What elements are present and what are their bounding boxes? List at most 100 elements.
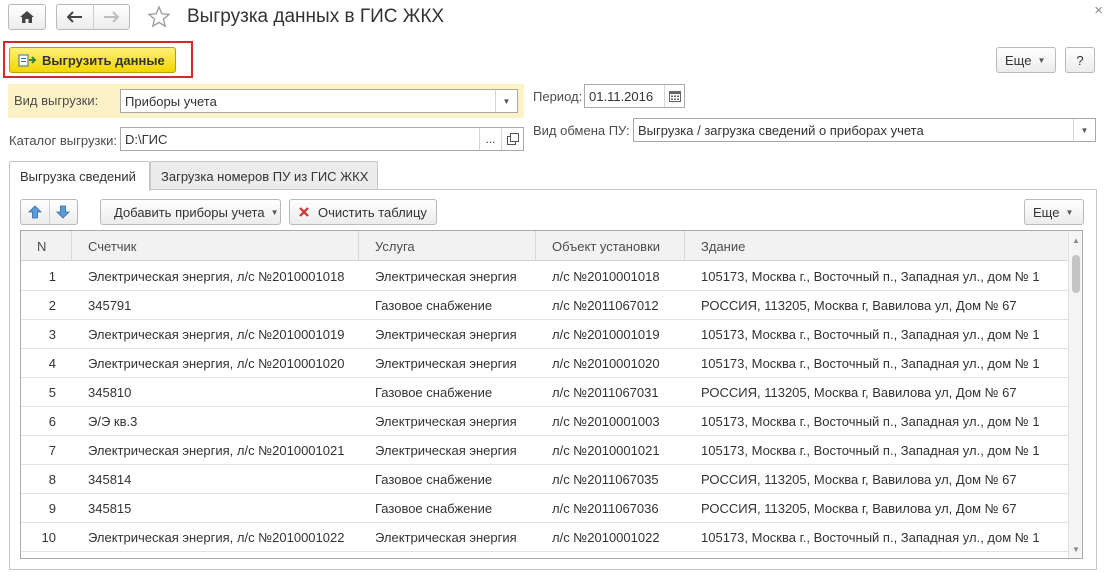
move-buttons-group xyxy=(20,199,78,225)
cell-building: 105173, Москва г., Восточный п., Западна… xyxy=(701,529,1040,545)
window-title: Выгрузка данных в ГИС ЖКХ xyxy=(187,6,445,27)
cell-service: Газовое снабжение xyxy=(375,297,493,313)
cell-installation-object: л/с №2010001018 xyxy=(552,268,660,284)
cell-building: 105173, Москва г., Восточный п., Западна… xyxy=(701,442,1040,458)
cell-service: Газовое снабжение xyxy=(375,384,493,400)
catalog-value: D:\ГИС xyxy=(125,131,168,147)
help-button[interactable]: ? xyxy=(1065,47,1095,73)
forward-button[interactable] xyxy=(94,5,130,29)
cell-building: 105173, Москва г., Восточный п., Западна… xyxy=(701,413,1040,429)
home-button[interactable] xyxy=(8,4,46,30)
cell-building: РОССИЯ, 113205, Москва г, Вавилова ул, Д… xyxy=(701,384,1017,400)
clear-table-button[interactable]: Очистить таблицу xyxy=(289,199,437,225)
cell-meter: Э/Э кв.3 xyxy=(88,413,138,429)
exchange-type-label: Вид обмена ПУ: xyxy=(533,123,630,138)
cell-meter: 345815 xyxy=(88,500,132,516)
star-icon xyxy=(147,5,171,28)
table-row[interactable]: 5 345810 Газовое снабжение л/с №2011067031 Р… xyxy=(21,378,1069,407)
upload-data-button[interactable]: Выгрузить данные xyxy=(9,47,176,73)
column-header-installation-object[interactable]: Объект установки xyxy=(536,231,685,261)
cell-n: 7 xyxy=(48,442,56,458)
cell-service: Электрическая энергия xyxy=(375,355,517,371)
nav-buttons-group xyxy=(56,4,130,30)
cell-service: Электрическая энергия xyxy=(375,442,517,458)
chevron-down-icon: ▼ xyxy=(270,207,279,217)
cell-meter: Электрическая энергия, л/с №2010001021 xyxy=(88,442,345,458)
table-row[interactable]: 4 Электрическая энергия, л/с №2010001020 Э… xyxy=(21,349,1069,378)
move-up-button[interactable] xyxy=(21,200,50,224)
back-button[interactable] xyxy=(57,5,94,29)
cell-installation-object: л/с №2010001020 xyxy=(552,355,660,371)
table-row[interactable]: 3 Электрическая энергия, л/с №2010001019 Э… xyxy=(21,320,1069,349)
table-row[interactable]: 8 345814 Газовое снабжение л/с №2011067035 Р… xyxy=(21,465,1069,494)
column-header-service[interactable]: Услуга xyxy=(359,231,536,261)
calendar-button[interactable] xyxy=(664,85,684,107)
column-header-n[interactable]: N xyxy=(21,231,72,261)
column-header-building[interactable]: Здание xyxy=(685,231,1069,261)
chevron-down-icon[interactable]: ▼ xyxy=(495,90,517,112)
tab-export-data[interactable]: Выгрузка сведений xyxy=(9,161,150,191)
cell-service: Газовое снабжение xyxy=(375,500,493,516)
red-cross-icon xyxy=(299,207,309,217)
cell-n: 6 xyxy=(48,413,56,429)
add-meters-label: Добавить приборы учета xyxy=(114,204,265,220)
table-body: 1 Электрическая энергия, л/с №2010001018 Э… xyxy=(21,262,1069,558)
cell-meter: 345791 xyxy=(88,297,132,313)
upload-data-label: Выгрузить данные xyxy=(42,52,165,68)
catalog-field[interactable]: D:\ГИС ... xyxy=(120,127,524,151)
period-field[interactable]: 01.11.2016 xyxy=(584,84,685,108)
close-icon[interactable]: × xyxy=(1094,2,1103,19)
scroll-up-icon[interactable]: ▲ xyxy=(1069,233,1082,247)
more-button[interactable]: Еще ▼ xyxy=(996,47,1056,73)
table-row[interactable]: 10 Электрическая энергия, л/с №2010001022… xyxy=(21,523,1069,552)
cell-n: 10 xyxy=(41,529,56,545)
tab-load-meter-numbers-label: Загрузка номеров ПУ из ГИС ЖКХ xyxy=(161,168,369,184)
column-header-meter[interactable]: Счетчик xyxy=(72,231,359,261)
arrow-left-icon xyxy=(66,11,82,23)
table-row[interactable]: 1 Электрическая энергия, л/с №2010001018 Э… xyxy=(21,262,1069,291)
help-label: ? xyxy=(1076,52,1084,68)
cell-meter: 345810 xyxy=(88,384,132,400)
cell-installation-object: л/с №2011067035 xyxy=(552,471,659,487)
cell-n: 2 xyxy=(48,297,56,313)
table-row[interactable]: 6 Э/Э кв.3 Электрическая энергия л/с №20100… xyxy=(21,407,1069,436)
cell-installation-object: л/с №2010001022 xyxy=(552,529,660,545)
open-icon xyxy=(506,133,519,145)
tab-load-meter-numbers[interactable]: Загрузка номеров ПУ из ГИС ЖКХ xyxy=(150,161,378,190)
table-row[interactable]: 9 345815 Газовое снабжение л/с №2011067036 Р… xyxy=(21,494,1069,523)
chevron-down-icon[interactable]: ▼ xyxy=(1073,119,1095,141)
period-label: Период: xyxy=(533,89,583,104)
export-type-select[interactable]: Приборы учета ▼ xyxy=(120,89,518,113)
meters-table: N Счетчик Услуга Объект установки Здание… xyxy=(20,230,1083,559)
cell-meter: Электрическая энергия, л/с №2010001020 xyxy=(88,355,345,371)
table-more-label: Еще xyxy=(1033,204,1060,220)
table-row[interactable]: 2 345791 Газовое снабжение л/с №2011067012 Р… xyxy=(21,291,1069,320)
cell-installation-object: л/с №2010001003 xyxy=(552,413,660,429)
favorite-button[interactable] xyxy=(147,5,171,29)
cell-meter: Электрическая энергия, л/с №2010001019 xyxy=(88,326,345,342)
vertical-scrollbar[interactable]: ▲ ▼ xyxy=(1068,231,1082,558)
cell-n: 1 xyxy=(48,268,56,284)
cell-installation-object: л/с №2011067031 xyxy=(552,384,659,400)
exchange-type-select[interactable]: Выгрузка / загрузка сведений о приборах … xyxy=(633,118,1096,142)
add-meters-button[interactable]: Добавить приборы учета ▼ xyxy=(100,199,281,225)
chevron-down-icon: ▼ xyxy=(1037,55,1046,65)
cell-service: Электрическая энергия xyxy=(375,413,517,429)
clear-table-label: Очистить таблицу xyxy=(318,204,427,220)
cell-building: РОССИЯ, 113205, Москва г, Вавилова ул, Д… xyxy=(701,471,1017,487)
arrow-down-icon xyxy=(56,205,71,219)
cell-meter: Электрическая энергия, л/с №2010001022 xyxy=(88,529,345,545)
tab-export-data-label: Выгрузка сведений xyxy=(20,169,136,184)
scrollbar-thumb[interactable] xyxy=(1072,255,1080,293)
cell-n: 4 xyxy=(48,355,56,371)
cell-building: РОССИЯ, 113205, Москва г, Вавилова ул, Д… xyxy=(701,500,1017,516)
cell-service: Электрическая энергия xyxy=(375,268,517,284)
catalog-browse-button[interactable]: ... xyxy=(479,128,501,150)
table-more-button[interactable]: Еще ▼ xyxy=(1024,199,1084,225)
move-down-button[interactable] xyxy=(50,200,78,224)
calendar-icon xyxy=(668,90,681,102)
table-row[interactable]: 7 Электрическая энергия, л/с №2010001021 Э… xyxy=(21,436,1069,465)
open-button[interactable] xyxy=(501,128,523,150)
cell-installation-object: л/с №2011067036 xyxy=(552,500,659,516)
scroll-down-icon[interactable]: ▼ xyxy=(1069,542,1082,556)
